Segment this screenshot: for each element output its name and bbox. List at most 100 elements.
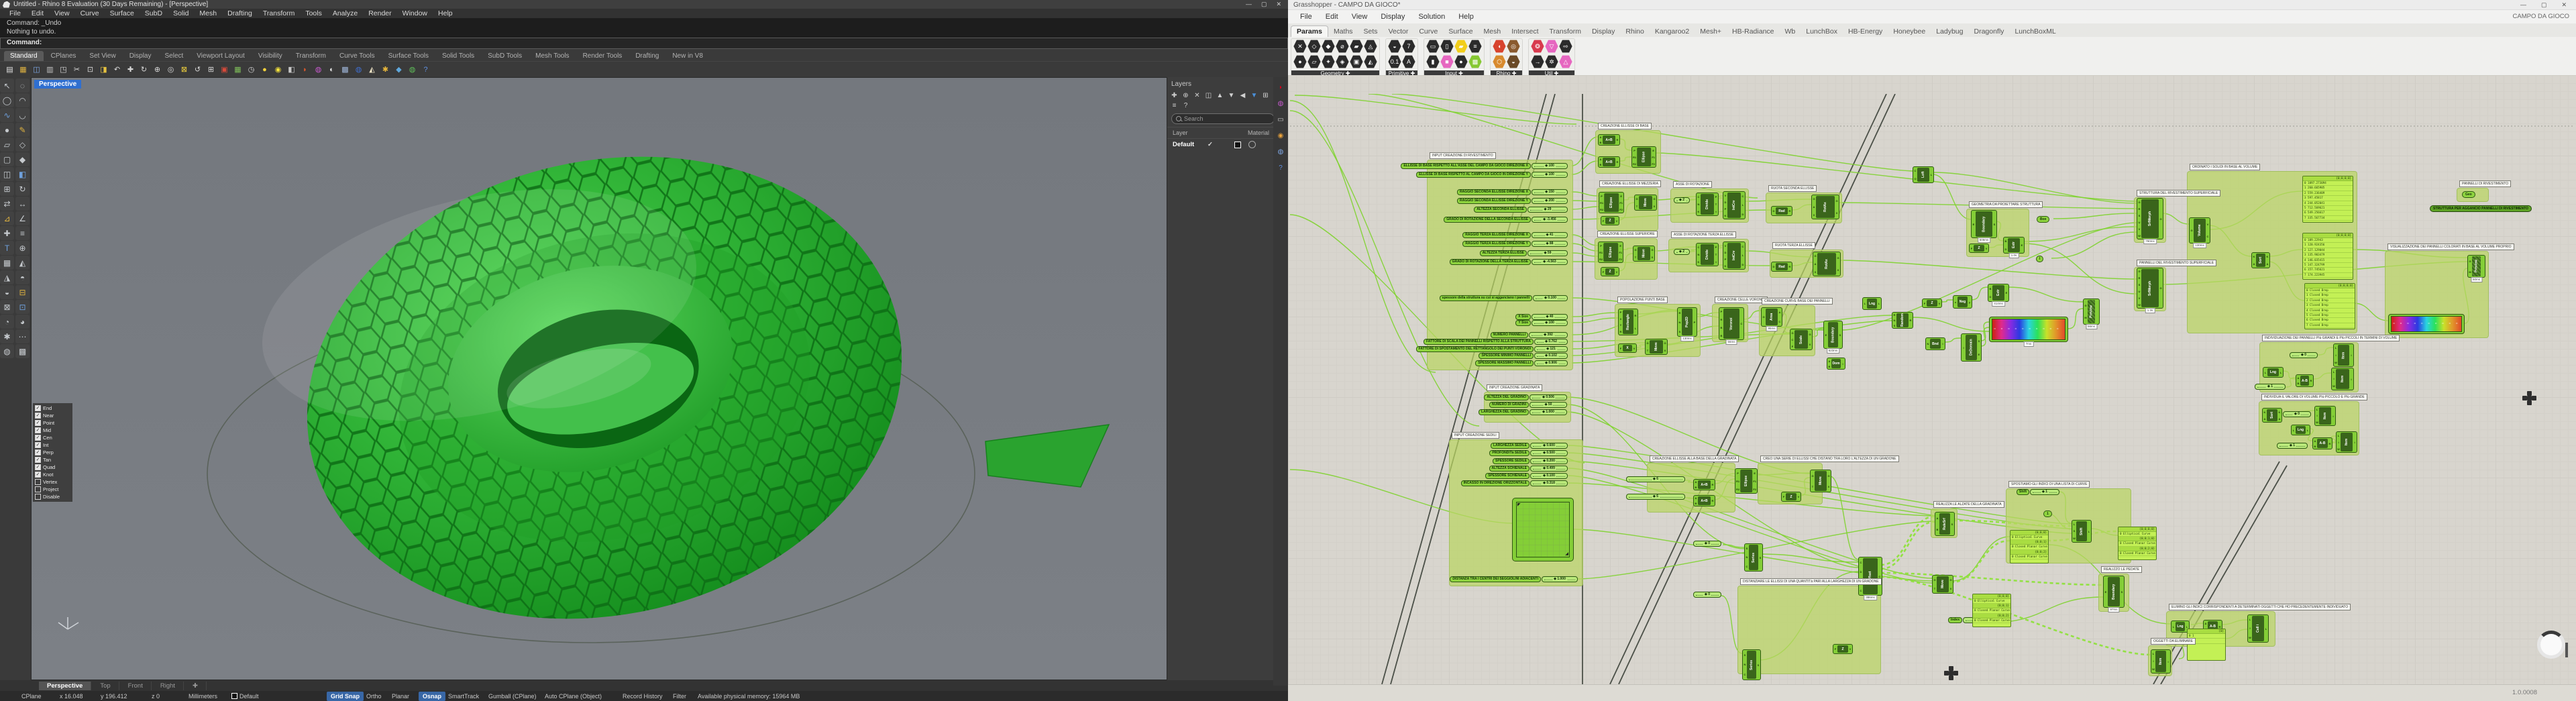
palette-geometry-icon-4[interactable]: ◆: [1322, 40, 1335, 53]
viewport-tab-perspective[interactable]: Perspective: [39, 681, 92, 690]
gh-component-item[interactable]: Li W Item i: [2333, 343, 2354, 367]
slider-track[interactable]: ◆ 150: [1532, 189, 1568, 195]
lamp-icon[interactable]: ◉: [272, 64, 284, 75]
gh-component-a-b[interactable]: A B A+B R: [1598, 156, 1620, 168]
sidebar-tool-icon-28[interactable]: ◒: [0, 285, 14, 299]
status-toggle-gumball-cplane-[interactable]: Gumball (CPlane): [488, 693, 537, 700]
gh-component-series[interactable]: S N C Series S: [1742, 649, 1761, 680]
osnap-perp[interactable]: ✓ Perp: [35, 449, 72, 456]
menu-file[interactable]: File: [4, 9, 26, 17]
material-panel-icon[interactable]: ◍: [1276, 147, 1286, 157]
palette-util-icon-5[interactable]: △: [1559, 55, 1572, 68]
gh-component-dedomain[interactable]: I DeDomain S E: [1961, 333, 1982, 362]
sidebar-tool-icon-37[interactable]: ▩: [15, 344, 30, 358]
viewport-layout-icon[interactable]: ⊞: [205, 64, 217, 75]
palette-input-icon-6[interactable]: ≡: [1468, 40, 1482, 53]
add-viewport-icon[interactable]: ✚: [184, 681, 207, 690]
checkbox-project[interactable]: [35, 486, 41, 492]
gh-component-ellipse[interactable]: P R1 R2 Ellipse E F1 F2: [1631, 146, 1656, 168]
slider-track[interactable]: ◆ 100: [1532, 320, 1568, 326]
sidebar-tool-icon-25[interactable]: ◭: [15, 256, 30, 270]
menu-render[interactable]: Render: [363, 9, 396, 17]
gh-tab-intersect[interactable]: Intersect: [1506, 26, 1544, 37]
notes-icon[interactable]: ◳: [58, 64, 69, 75]
gh-number-slider[interactable]: ◆ 0: [1693, 592, 1721, 598]
gh-number-slider[interactable]: SPESSORE MASSIMO PANNELLI ◆ 0.906: [1475, 360, 1568, 366]
gh-component-loft[interactable]: C O Loft L: [1913, 166, 1934, 183]
earth-icon[interactable]: ◍: [407, 64, 418, 75]
gh-tab-rhino[interactable]: Rhino: [1620, 26, 1649, 37]
sidebar-tool-icon-32[interactable]: ◔: [0, 315, 14, 329]
toolbar-tab-set-view[interactable]: Set View: [83, 51, 121, 61]
gh-number-slider[interactable]: spessore della struttura su cui si aggan…: [1439, 295, 1568, 301]
layers-tool-icon-5[interactable]: ▼: [1227, 92, 1236, 99]
gh-number-slider[interactable]: INCASSO IN DIREZIONE ORIZZONTALE ◆ 0.318: [1460, 480, 1568, 486]
palette-rhino-icon-1[interactable]: ⬡: [1493, 55, 1506, 68]
gh-tab-vector[interactable]: Vector: [1383, 26, 1414, 37]
sidebar-tool-icon-18[interactable]: ⊿: [0, 211, 14, 225]
gh-number-slider[interactable]: ◆ 0: [2289, 352, 2318, 358]
gh-component-z[interactable]: FZV: [1969, 244, 1989, 253]
sidebar-tool-icon-2[interactable]: ◯: [0, 93, 14, 107]
sidebar-tool-icon-14[interactable]: ⊞: [0, 182, 14, 196]
palette-input-icon-1[interactable]: ▮: [1426, 55, 1440, 68]
gh-data-panel[interactable]: {0;0;0;0} 0 109.22943 1 120.924356 2 127.12…: [2302, 233, 2353, 280]
gh-component-boundary[interactable]: E Boundary S 97ms: [2103, 576, 2125, 612]
gh-pill-struttura-per-aggancio-pannell[interactable]: STRUTTURA PER AGGANCIO PANNELLI DI RIVES…: [2430, 205, 2532, 212]
slider-track[interactable]: ◆ 1.000: [1542, 576, 1578, 582]
gh-component-rad[interactable]: D Rad R: [1771, 206, 1792, 216]
gh-menu-view[interactable]: View: [1345, 13, 1375, 21]
gradient-tool-icon[interactable]: ◗: [299, 64, 311, 75]
picker-icon[interactable]: ◆: [393, 64, 405, 75]
menu-drafting[interactable]: Drafting: [222, 9, 258, 17]
gh-component-offset[interactable]: CDPCOffsetC386ms: [1858, 557, 1882, 600]
layer-row-default[interactable]: Default ✓: [1167, 139, 1288, 150]
status-toggle-auto-cplane-object-[interactable]: Auto CPlane (Object): [545, 693, 602, 700]
sidebar-tool-icon-6[interactable]: ●: [0, 123, 14, 137]
checkbox-vertex[interactable]: [35, 479, 41, 485]
gh-number-slider[interactable]: GRADO DI ROTAZIONE DELLA TERZA ELLISSE ◆ …: [1449, 259, 1568, 265]
checkbox-disable[interactable]: [35, 494, 41, 500]
palette-geometry-icon-10[interactable]: ◬: [1364, 40, 1377, 53]
gh-data-panel[interactable]: {0;0;0;0} 0 1097.273094 1 260.665905 2 559.…: [2302, 176, 2353, 223]
gh-tab-maths[interactable]: Maths: [1328, 26, 1358, 37]
gh-component-ellipse[interactable]: P R1 R2 Ellipse E F1 F2: [1599, 192, 1624, 213]
palette-geometry-icon-7[interactable]: ◈: [1336, 55, 1349, 68]
gh-component-preview[interactable]: G M Preview 50ms: [2467, 255, 2485, 282]
slider-track[interactable]: ◆ -4.563: [1532, 259, 1568, 265]
gh-number-slider[interactable]: NUMERO DI GRADINI ◆ 50: [1489, 402, 1567, 408]
canvas-widget-dpad[interactable]: [1944, 666, 1958, 680]
menu-mesh[interactable]: Mesh: [194, 9, 222, 17]
gh-component-sort[interactable]: K A Sort K A: [2262, 408, 2282, 423]
gh-number-slider[interactable]: FATTORE DI SPOSTAMENTO DEL RETTANGOLO DE…: [1415, 346, 1568, 352]
palette-geometry-icon-9[interactable]: ▣: [1350, 55, 1363, 68]
sidebar-tool-icon-10[interactable]: ▢: [0, 152, 14, 166]
sidebar-tool-icon-30[interactable]: ⊠: [0, 300, 14, 314]
osnap-tan[interactable]: ✓ Tan: [35, 456, 72, 464]
gh-number-slider[interactable]: RAGGIO TERZA ELLISSE DIREZIONE Y ◆ 88: [1462, 241, 1568, 247]
gh-menu-edit[interactable]: Edit: [1319, 13, 1345, 21]
gh-tab-meshplus[interactable]: Mesh+: [1695, 26, 1727, 37]
sidebar-tool-icon-13[interactable]: ◧: [15, 167, 30, 181]
gh-tab-ladybug[interactable]: Ladybug: [1931, 26, 1968, 37]
lock-icon[interactable]: ◧: [286, 64, 297, 75]
slider-track[interactable]: ◆ 0.600: [1530, 443, 1568, 449]
gh-tab-hb-radiance[interactable]: HB-Radiance: [1727, 26, 1779, 37]
gh-component-move[interactable]: G T Move G X: [1634, 195, 1657, 211]
minimize-button[interactable]: —: [1246, 1, 1252, 8]
palette-primitive-icon-1[interactable]: 0.1: [1388, 55, 1401, 68]
gh-tab-honeybee[interactable]: Honeybee: [1888, 26, 1931, 37]
gh-component-lng[interactable]: L Lng L: [2263, 367, 2284, 378]
history-icon[interactable]: ◷: [246, 64, 257, 75]
gh-canvas[interactable]: INPUT CREAZIONE DI RIVESTIMENTO INPUT CRE…: [1288, 75, 2576, 684]
gh-number-slider[interactable]: GRADO DI ROTAZIONE DELLA SECONDA ELLISSE…: [1444, 217, 1568, 223]
sidebar-tool-icon-16[interactable]: ⇄: [0, 197, 14, 211]
slider-track[interactable]: ◆ -3.456: [1532, 217, 1568, 223]
layers-tool-icon-10[interactable]: ?: [1181, 102, 1190, 109]
sidebar-tool-icon-15[interactable]: ↻: [15, 182, 30, 196]
checkbox-cen[interactable]: ✓: [35, 435, 41, 441]
palette-util-icon-2[interactable]: ▽: [1545, 40, 1558, 53]
palette-input-icon-0[interactable]: ▭: [1426, 40, 1440, 53]
selection-filter-icon[interactable]: ▩: [339, 64, 351, 75]
zoom-selected-icon[interactable]: ⊠: [178, 64, 190, 75]
